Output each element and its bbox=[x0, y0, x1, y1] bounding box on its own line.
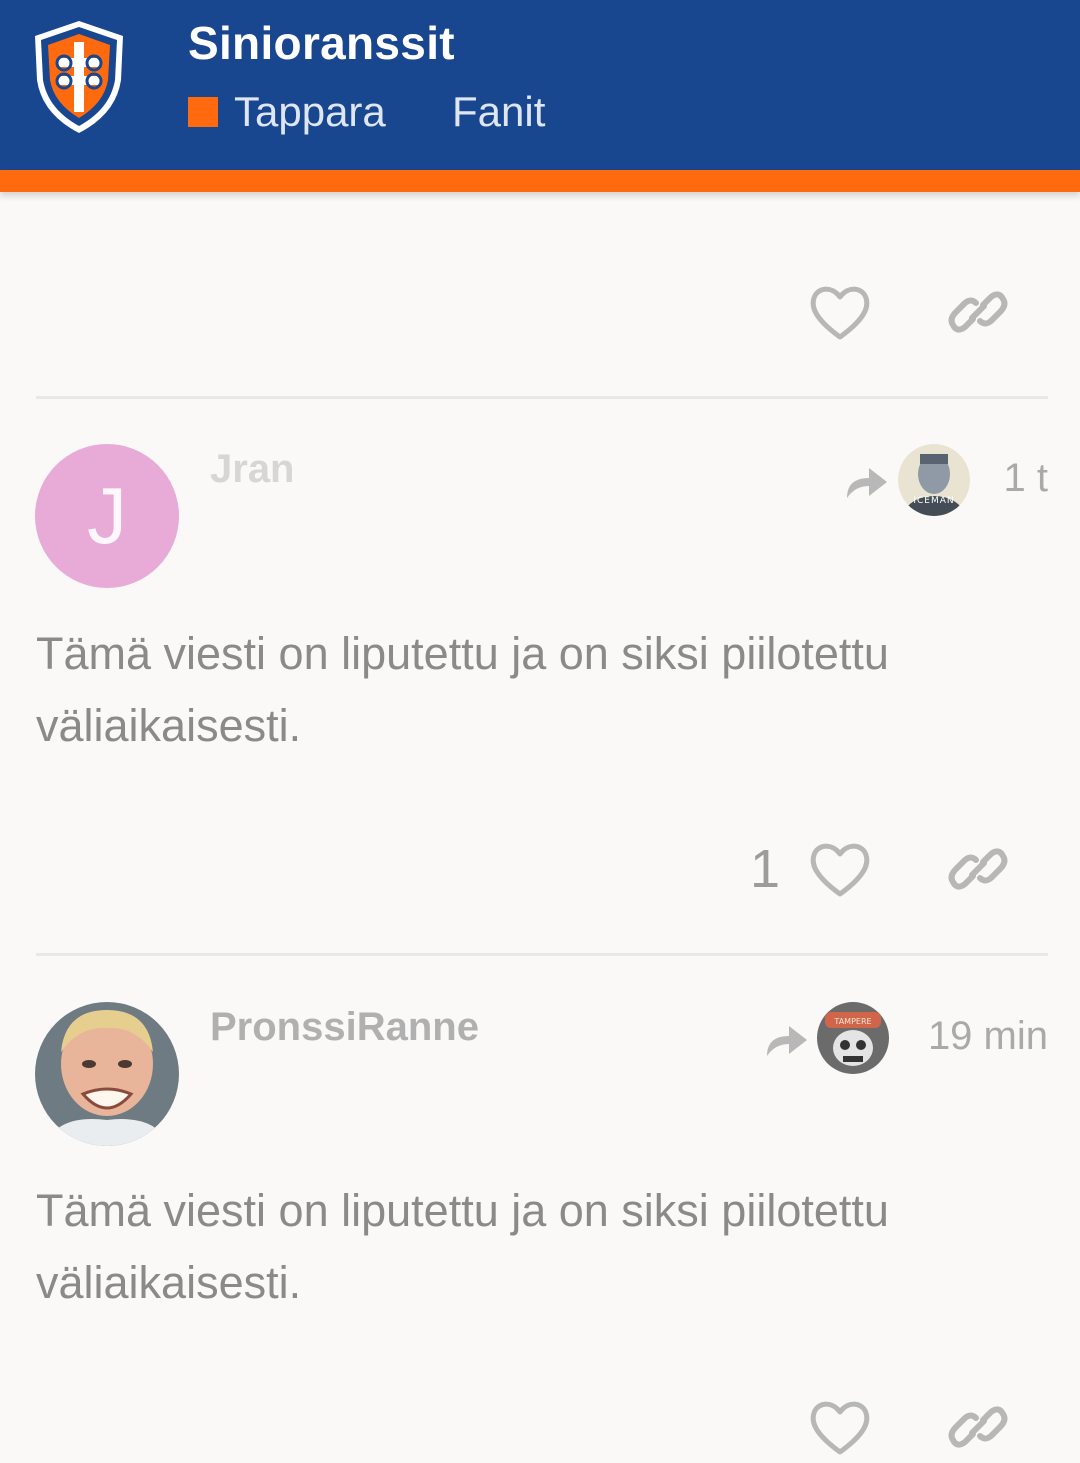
user-avatar[interactable]: J bbox=[35, 444, 179, 588]
reply-to-avatar[interactable]: ICEMAN bbox=[898, 444, 970, 516]
reply-arrow-icon bbox=[847, 468, 887, 498]
like-count[interactable]: 1 bbox=[750, 838, 780, 900]
reply-arrow-icon bbox=[767, 1026, 807, 1056]
share-link-button[interactable] bbox=[943, 1392, 1013, 1462]
post-username[interactable]: Jran bbox=[210, 447, 295, 492]
share-link-button[interactable] bbox=[943, 834, 1013, 904]
like-button[interactable] bbox=[805, 834, 875, 904]
site-header: Sinioranssit Tappara Fanit bbox=[0, 0, 1080, 170]
tappara-logo-icon[interactable] bbox=[30, 18, 128, 136]
post-body: Tämä viesti on liputettu ja on siksi pii… bbox=[36, 628, 889, 751]
post-time[interactable]: 19 min bbox=[906, 1014, 1048, 1059]
like-button[interactable] bbox=[805, 277, 875, 347]
avatar-letter: J bbox=[35, 444, 179, 588]
post-divider bbox=[36, 396, 1048, 399]
svg-text:TAMPERE: TAMPERE bbox=[833, 1017, 871, 1026]
category-label: Tappara bbox=[234, 88, 386, 135]
user-photo bbox=[35, 1002, 179, 1146]
post-body: Tämä viesti on liputettu ja on siksi pii… bbox=[36, 1185, 889, 1308]
post-divider bbox=[36, 953, 1048, 956]
user-avatar[interactable] bbox=[35, 1002, 179, 1146]
heart-icon bbox=[810, 286, 870, 340]
link-icon bbox=[948, 291, 1008, 333]
share-link-button[interactable] bbox=[943, 277, 1013, 347]
svg-text:ICEMAN: ICEMAN bbox=[913, 496, 954, 506]
post-time[interactable]: 1 t bbox=[990, 456, 1048, 501]
header-accent-stripe bbox=[0, 170, 1080, 192]
link-icon bbox=[948, 1406, 1008, 1448]
heart-icon bbox=[810, 1401, 870, 1455]
like-button[interactable] bbox=[805, 1392, 875, 1462]
heart-icon bbox=[810, 843, 870, 897]
reply-to-avatar[interactable]: TAMPERE bbox=[817, 1002, 889, 1074]
site-title[interactable]: Sinioranssit bbox=[188, 16, 455, 70]
category-badge[interactable]: Tappara bbox=[188, 88, 386, 136]
link-icon bbox=[948, 848, 1008, 890]
tag-link[interactable]: Fanit bbox=[452, 88, 545, 136]
post-username[interactable]: PronssiRanne bbox=[210, 1005, 479, 1050]
category-color-square bbox=[188, 97, 218, 127]
